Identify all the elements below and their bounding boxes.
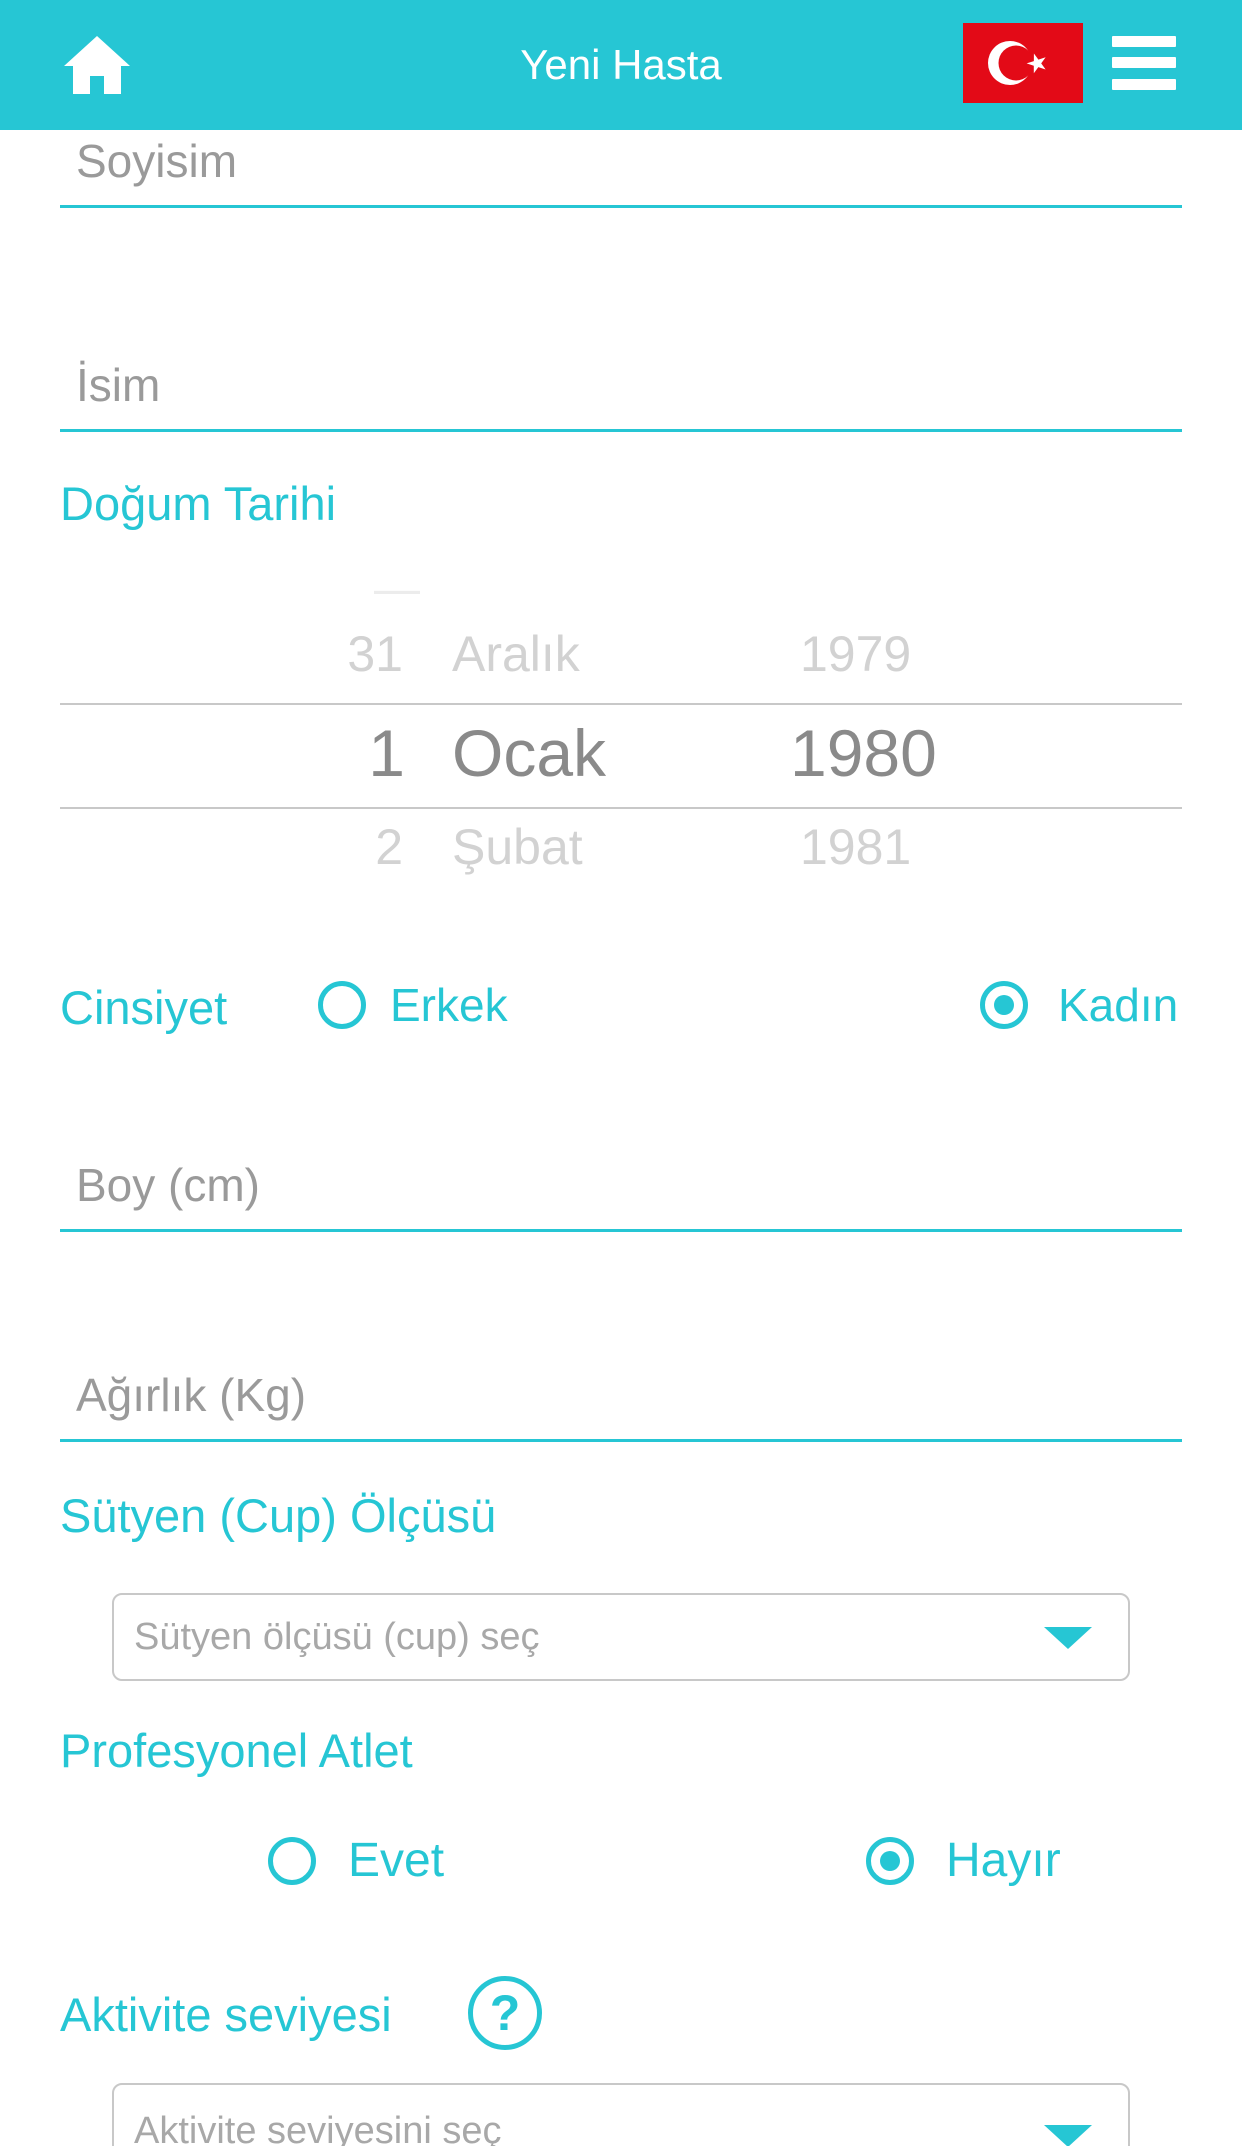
gender-male-label: Erkek: [390, 979, 508, 1031]
picker-year-column[interactable]: 1979 1980 1981: [790, 585, 1050, 915]
cup-size-select[interactable]: Sütyen ölçüsü (cup) seç: [112, 1593, 1130, 1681]
question-mark-icon[interactable]: ?: [468, 1976, 542, 2050]
activity-placeholder: Aktivite seviyesini seç: [134, 2110, 502, 2146]
hamburger-menu-button[interactable]: [1112, 36, 1176, 90]
height-input[interactable]: [76, 1155, 1166, 1215]
picker-year-prev: 1979: [800, 626, 912, 682]
hamburger-menu-icon: [1112, 36, 1176, 90]
weight-input[interactable]: [76, 1365, 1166, 1425]
language-flag-button[interactable]: [963, 23, 1083, 103]
weight-field: [60, 1352, 1182, 1442]
gender-option-male[interactable]: Erkek: [318, 978, 508, 1032]
pro-athlete-option-no[interactable]: Hayır: [866, 1833, 1061, 1888]
radio-male-circle[interactable]: [318, 981, 366, 1029]
gender-option-female[interactable]: Kadın: [980, 978, 1178, 1032]
name-field: [60, 342, 1182, 432]
activity-select[interactable]: Aktivite seviyesini seç: [112, 2083, 1130, 2146]
picker-day-next: 2: [375, 819, 403, 875]
home-icon: [64, 36, 130, 94]
picker-ghost-top: —: [374, 585, 420, 614]
header-bar: Yeni Hasta: [0, 0, 1242, 130]
picker-day-selected: 1: [368, 716, 405, 790]
home-button[interactable]: [62, 34, 132, 96]
picker-month-column[interactable]: Aralık Ocak Şubat: [452, 585, 712, 915]
pro-athlete-yes-label: Evet: [348, 1834, 445, 1887]
radio-no-circle[interactable]: [866, 1836, 914, 1885]
picker-year-next: 1981: [800, 819, 912, 875]
surname-input[interactable]: [76, 131, 1166, 191]
pro-athlete-option-yes[interactable]: Evet: [268, 1833, 444, 1888]
pro-athlete-no-label: Hayır: [946, 1834, 1061, 1887]
activity-label: Aktivite seviyesi: [60, 1988, 392, 2041]
surname-field: [60, 118, 1182, 208]
turkey-flag-icon: [963, 23, 1083, 103]
chevron-down-icon: [1044, 1627, 1092, 1649]
picker-year-selected: 1980: [790, 716, 937, 790]
picker-day-prev: 31: [347, 626, 403, 682]
pro-athlete-label: Profesyonel Atlet: [60, 1724, 413, 1777]
cup-size-placeholder: Sütyen ölçüsü (cup) seç: [134, 1616, 540, 1658]
height-field: [60, 1142, 1182, 1232]
gender-female-label: Kadın: [1058, 979, 1179, 1031]
birthdate-label: Doğum Tarihi: [60, 477, 337, 530]
new-patient-screen: Yeni Hasta Doğ: [0, 0, 1242, 2146]
name-input[interactable]: [76, 355, 1166, 415]
cup-size-label: Sütyen (Cup) Ölçüsü: [60, 1489, 497, 1542]
radio-female-circle[interactable]: [980, 981, 1028, 1029]
chevron-down-icon: [1044, 2125, 1092, 2146]
radio-yes-circle[interactable]: [268, 1836, 316, 1885]
picker-month-next: Şubat: [452, 819, 583, 875]
birthdate-picker[interactable]: — 31 1 2 Aralık Ocak Şubat 1979 1980 198…: [60, 585, 1182, 915]
picker-month-prev: Aralık: [452, 626, 580, 682]
gender-label: Cinsiyet: [60, 981, 228, 1034]
picker-month-selected: Ocak: [452, 716, 607, 790]
picker-day-column[interactable]: — 31 1 2: [250, 585, 420, 915]
